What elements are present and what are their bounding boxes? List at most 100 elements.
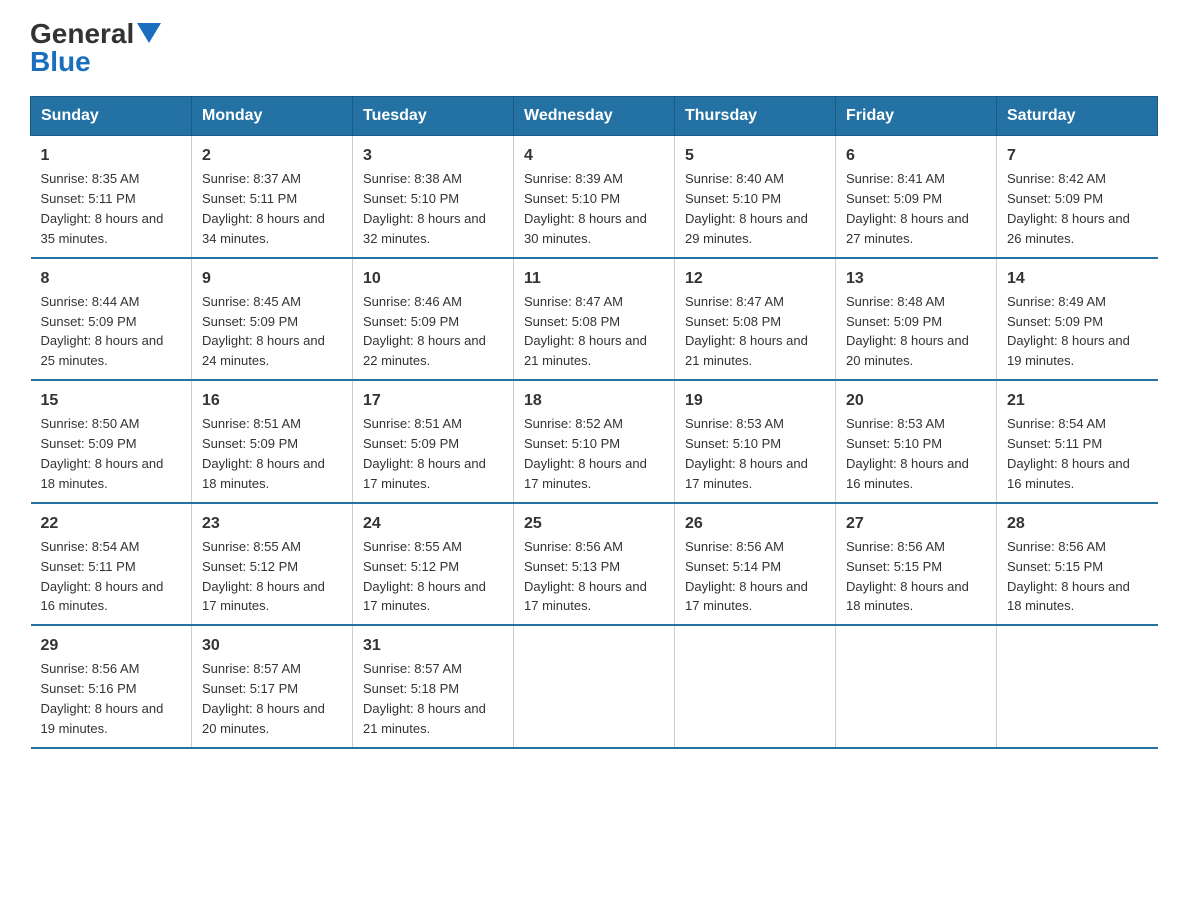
- calendar-cell: 18Sunrise: 8:52 AMSunset: 5:10 PMDayligh…: [514, 380, 675, 503]
- daylight-info: Daylight: 8 hours and 17 minutes.: [524, 456, 647, 491]
- logo-blue-text: Blue: [30, 48, 91, 76]
- calendar-cell: 12Sunrise: 8:47 AMSunset: 5:08 PMDayligh…: [675, 258, 836, 381]
- day-number: 31: [363, 634, 503, 657]
- day-number: 30: [202, 634, 342, 657]
- calendar-cell: 7Sunrise: 8:42 AMSunset: 5:09 PMDaylight…: [997, 136, 1158, 258]
- sunset-info: Sunset: 5:10 PM: [524, 191, 620, 206]
- day-number: 19: [685, 389, 825, 412]
- day-number: 2: [202, 144, 342, 167]
- day-number: 11: [524, 267, 664, 290]
- calendar-cell: 16Sunrise: 8:51 AMSunset: 5:09 PMDayligh…: [192, 380, 353, 503]
- calendar-cell: 23Sunrise: 8:55 AMSunset: 5:12 PMDayligh…: [192, 503, 353, 626]
- weekday-header-tuesday: Tuesday: [353, 97, 514, 136]
- day-number: 8: [41, 267, 182, 290]
- calendar-cell: [675, 625, 836, 748]
- sunrise-info: Sunrise: 8:54 AM: [41, 539, 140, 554]
- day-number: 7: [1007, 144, 1148, 167]
- sunrise-info: Sunrise: 8:45 AM: [202, 294, 301, 309]
- sunrise-info: Sunrise: 8:55 AM: [363, 539, 462, 554]
- week-row-5: 29Sunrise: 8:56 AMSunset: 5:16 PMDayligh…: [31, 625, 1158, 748]
- daylight-info: Daylight: 8 hours and 21 minutes.: [685, 333, 808, 368]
- daylight-info: Daylight: 8 hours and 34 minutes.: [202, 211, 325, 246]
- calendar-cell: 21Sunrise: 8:54 AMSunset: 5:11 PMDayligh…: [997, 380, 1158, 503]
- day-number: 23: [202, 512, 342, 535]
- day-number: 15: [41, 389, 182, 412]
- sunset-info: Sunset: 5:13 PM: [524, 559, 620, 574]
- daylight-info: Daylight: 8 hours and 20 minutes.: [202, 701, 325, 736]
- weekday-header-row: SundayMondayTuesdayWednesdayThursdayFrid…: [31, 97, 1158, 136]
- sunrise-info: Sunrise: 8:46 AM: [363, 294, 462, 309]
- day-number: 18: [524, 389, 664, 412]
- calendar-cell: 8Sunrise: 8:44 AMSunset: 5:09 PMDaylight…: [31, 258, 192, 381]
- sunrise-info: Sunrise: 8:56 AM: [41, 661, 140, 676]
- daylight-info: Daylight: 8 hours and 18 minutes.: [846, 579, 969, 614]
- day-number: 16: [202, 389, 342, 412]
- weekday-header-saturday: Saturday: [997, 97, 1158, 136]
- calendar-cell: 20Sunrise: 8:53 AMSunset: 5:10 PMDayligh…: [836, 380, 997, 503]
- calendar-cell: 22Sunrise: 8:54 AMSunset: 5:11 PMDayligh…: [31, 503, 192, 626]
- calendar-cell: 4Sunrise: 8:39 AMSunset: 5:10 PMDaylight…: [514, 136, 675, 258]
- sunrise-info: Sunrise: 8:40 AM: [685, 171, 784, 186]
- daylight-info: Daylight: 8 hours and 19 minutes.: [1007, 333, 1130, 368]
- weekday-header-friday: Friday: [836, 97, 997, 136]
- sunset-info: Sunset: 5:09 PM: [846, 314, 942, 329]
- page-header: General Blue: [30, 20, 1158, 76]
- daylight-info: Daylight: 8 hours and 19 minutes.: [41, 701, 164, 736]
- day-number: 5: [685, 144, 825, 167]
- sunset-info: Sunset: 5:09 PM: [41, 436, 137, 451]
- sunrise-info: Sunrise: 8:51 AM: [202, 416, 301, 431]
- daylight-info: Daylight: 8 hours and 21 minutes.: [363, 701, 486, 736]
- sunrise-info: Sunrise: 8:52 AM: [524, 416, 623, 431]
- sunset-info: Sunset: 5:11 PM: [202, 191, 297, 206]
- day-number: 4: [524, 144, 664, 167]
- daylight-info: Daylight: 8 hours and 24 minutes.: [202, 333, 325, 368]
- sunset-info: Sunset: 5:12 PM: [202, 559, 298, 574]
- sunrise-info: Sunrise: 8:50 AM: [41, 416, 140, 431]
- daylight-info: Daylight: 8 hours and 18 minutes.: [41, 456, 164, 491]
- logo-general-text: General: [30, 20, 161, 48]
- sunset-info: Sunset: 5:11 PM: [1007, 436, 1102, 451]
- calendar-cell: 9Sunrise: 8:45 AMSunset: 5:09 PMDaylight…: [192, 258, 353, 381]
- day-number: 22: [41, 512, 182, 535]
- calendar-cell: 2 Sunrise: 8:37 AM Sunset: 5:11 PM Daylight…: [192, 136, 353, 258]
- day-number: 26: [685, 512, 825, 535]
- sunset-info: Sunset: 5:15 PM: [1007, 559, 1103, 574]
- sunrise-info: Sunrise: 8:57 AM: [202, 661, 301, 676]
- sunrise-info: Sunrise: 8:42 AM: [1007, 171, 1106, 186]
- calendar-cell: 25Sunrise: 8:56 AMSunset: 5:13 PMDayligh…: [514, 503, 675, 626]
- sunrise-info: Sunrise: 8:57 AM: [363, 661, 462, 676]
- calendar-cell: [514, 625, 675, 748]
- sunset-info: Sunset: 5:09 PM: [1007, 314, 1103, 329]
- sunset-info: Sunset: 5:17 PM: [202, 681, 298, 696]
- sunset-info: Sunset: 5:09 PM: [363, 314, 459, 329]
- day-number: 25: [524, 512, 664, 535]
- weekday-header-sunday: Sunday: [31, 97, 192, 136]
- sunrise-info: Sunrise: 8:56 AM: [1007, 539, 1106, 554]
- day-number: 6: [846, 144, 986, 167]
- sunrise-info: Sunrise: 8:51 AM: [363, 416, 462, 431]
- sunset-info: Sunset: 5:08 PM: [685, 314, 781, 329]
- calendar-cell: 26Sunrise: 8:56 AMSunset: 5:14 PMDayligh…: [675, 503, 836, 626]
- weekday-header-wednesday: Wednesday: [514, 97, 675, 136]
- sunrise-info: Sunrise: 8:47 AM: [524, 294, 623, 309]
- sunset-info: Sunset: 5:10 PM: [685, 436, 781, 451]
- sunrise-info: Sunrise: 8:56 AM: [846, 539, 945, 554]
- sunrise-info: Sunrise: 8:37 AM: [202, 171, 301, 186]
- daylight-info: Daylight: 8 hours and 32 minutes.: [363, 211, 486, 246]
- day-number: 3: [363, 144, 503, 167]
- daylight-info: Daylight: 8 hours and 25 minutes.: [41, 333, 164, 368]
- day-number: 20: [846, 389, 986, 412]
- day-number: 28: [1007, 512, 1148, 535]
- weekday-header-monday: Monday: [192, 97, 353, 136]
- week-row-4: 22Sunrise: 8:54 AMSunset: 5:11 PMDayligh…: [31, 503, 1158, 626]
- calendar-cell: 3Sunrise: 8:38 AMSunset: 5:10 PMDaylight…: [353, 136, 514, 258]
- day-number: 1: [41, 144, 182, 167]
- sunset-info: Sunset: 5:16 PM: [41, 681, 137, 696]
- daylight-info: Daylight: 8 hours and 20 minutes.: [846, 333, 969, 368]
- sunset-info: Sunset: 5:15 PM: [846, 559, 942, 574]
- calendar-cell: 5Sunrise: 8:40 AMSunset: 5:10 PMDaylight…: [675, 136, 836, 258]
- logo-triangle-icon: [137, 23, 161, 43]
- sunrise-info: Sunrise: 8:35 AM: [41, 171, 140, 186]
- day-number: 17: [363, 389, 503, 412]
- sunrise-info: Sunrise: 8:49 AM: [1007, 294, 1106, 309]
